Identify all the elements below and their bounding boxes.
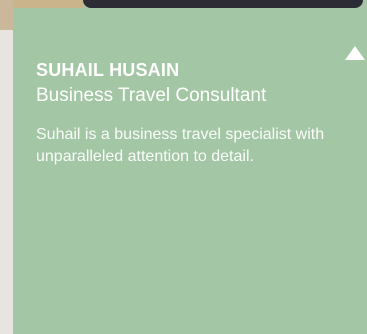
profile-title: Business Travel Consultant (36, 85, 267, 106)
profile-bio: Suhail is a business travel specialist w… (36, 126, 325, 165)
profile-name: SUHAIL HUSAIN (36, 60, 180, 80)
triangle-up-icon[interactable] (345, 46, 365, 60)
page-left-margin (0, 0, 13, 334)
profile-card: SUHAIL HUSAIN Business Travel Consultant… (13, 8, 367, 334)
photo-background (13, 0, 83, 8)
photo-subject (83, 0, 363, 8)
profile-photo (13, 0, 367, 8)
photo-edge (0, 0, 13, 30)
